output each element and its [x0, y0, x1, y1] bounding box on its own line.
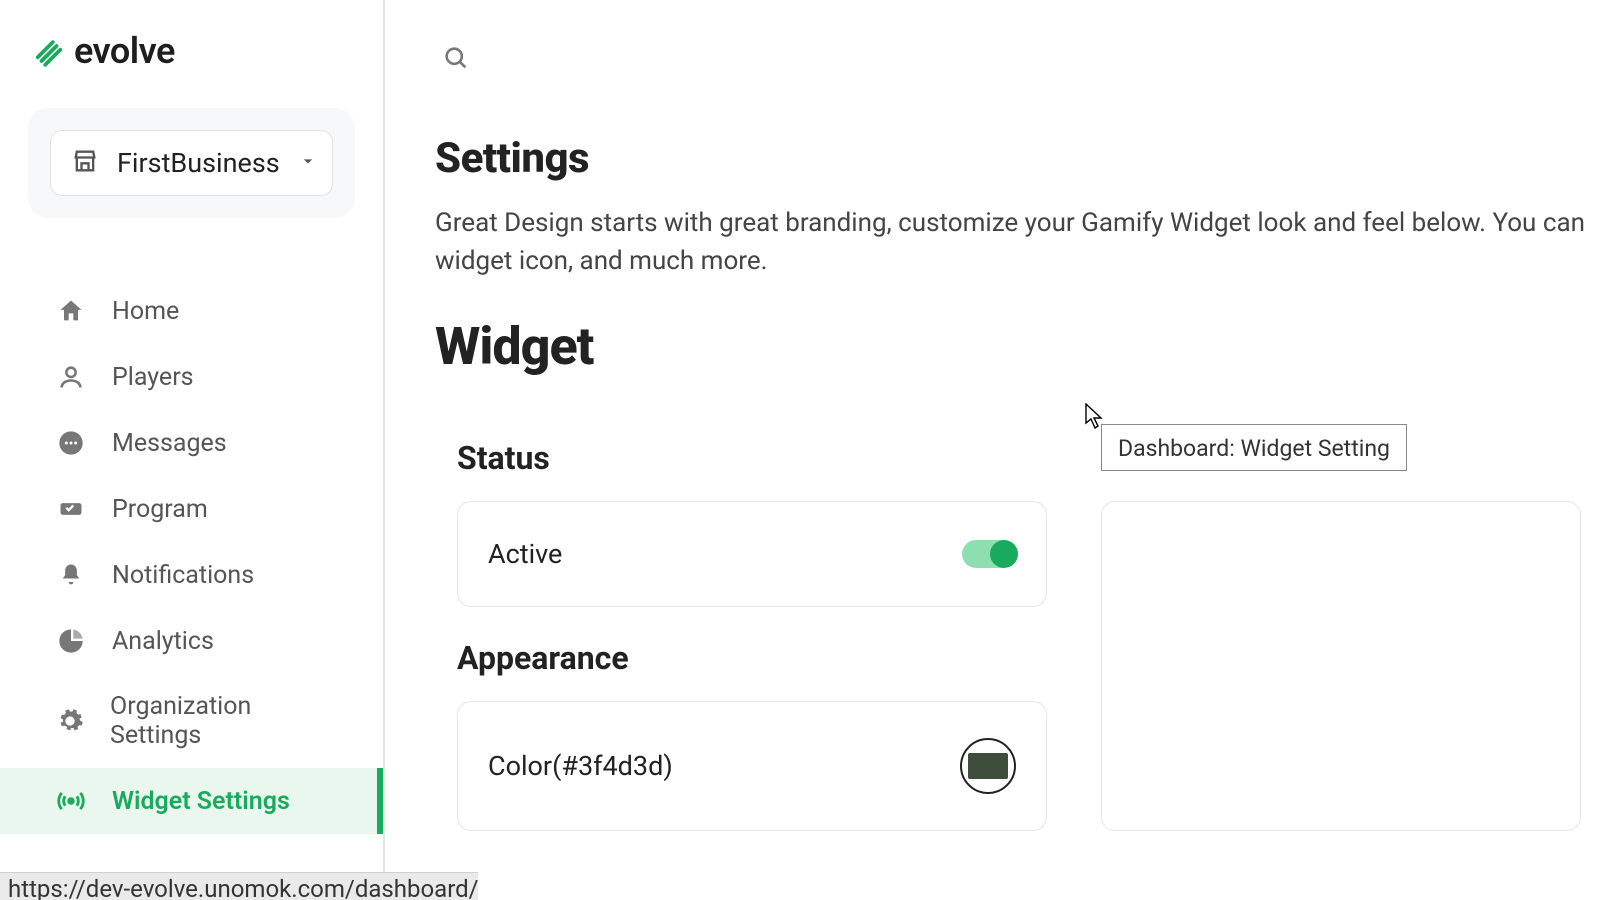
sidebar: evolve FirstBusiness Home Playe [0, 0, 385, 900]
tooltip: Dashboard: Widget Setting [1101, 424, 1407, 471]
status-card: Active [457, 501, 1047, 607]
page-title: Settings [435, 134, 1600, 183]
chevron-down-icon [298, 151, 318, 175]
appearance-heading: Appearance [457, 639, 1047, 677]
widget-settings-row: Status Active Appearance Color(#3f4d3d) … [435, 439, 1600, 831]
page-description: Great Design starts with great branding,… [435, 205, 1600, 280]
status-label: Active [488, 538, 562, 570]
nav-label: Analytics [112, 627, 214, 656]
brand-logo: evolve [0, 0, 383, 98]
nav-analytics[interactable]: Analytics [0, 608, 383, 674]
right-column: Code [1101, 439, 1581, 831]
nav-widget-settings[interactable]: Widget Settings [0, 768, 383, 834]
tooltip-text: Dashboard: Widget Setting [1118, 435, 1390, 462]
settings-content: Settings Great Design starts with great … [385, 74, 1600, 831]
nav-home[interactable]: Home [0, 278, 383, 344]
search-icon [442, 44, 470, 75]
org-selector-container: FirstBusiness [28, 108, 355, 218]
appearance-card: Color(#3f4d3d) [457, 701, 1047, 831]
store-icon [71, 147, 99, 179]
evolve-logo-icon [34, 36, 64, 66]
org-name: FirstBusiness [117, 147, 280, 179]
status-toggle[interactable] [962, 540, 1016, 568]
org-selector[interactable]: FirstBusiness [50, 130, 333, 196]
color-swatch-button[interactable] [960, 738, 1016, 794]
nav-label: Home [112, 297, 179, 326]
toggle-knob [990, 540, 1018, 568]
bell-icon [56, 560, 86, 590]
nav-label: Organization Settings [110, 692, 327, 750]
status-heading: Status [457, 439, 1047, 477]
broadcast-icon [56, 786, 86, 816]
home-icon [56, 296, 86, 326]
nav-label: Players [112, 363, 194, 392]
brand-name: evolve [74, 30, 175, 72]
sidebar-nav: Home Players Messages Program Notificati… [0, 278, 383, 834]
left-column: Status Active Appearance Color(#3f4d3d) [457, 439, 1047, 831]
chat-icon [56, 428, 86, 458]
appearance-color-label: Color(#3f4d3d) [488, 750, 673, 782]
user-icon [56, 362, 86, 392]
nav-label: Program [112, 495, 208, 524]
top-bar [385, 0, 1600, 74]
nav-program[interactable]: Program [0, 476, 383, 542]
section-heading: Widget [435, 316, 1600, 377]
nav-label: Notifications [112, 561, 254, 590]
nav-notifications[interactable]: Notifications [0, 542, 383, 608]
ticket-icon [56, 494, 86, 524]
code-card [1101, 501, 1581, 831]
nav-messages[interactable]: Messages [0, 410, 383, 476]
nav-organization-settings[interactable]: Organization Settings [0, 674, 383, 768]
pie-chart-icon [56, 626, 86, 656]
color-swatch [968, 753, 1008, 779]
nav-players[interactable]: Players [0, 344, 383, 410]
nav-label: Messages [112, 429, 227, 458]
browser-statusbar: https://dev-evolve.unomok.com/dashboard/… [0, 872, 478, 900]
statusbar-url: https://dev-evolve.unomok.com/dashboard/… [8, 875, 478, 900]
main-content: Settings Great Design starts with great … [385, 0, 1600, 900]
nav-label: Widget Settings [112, 787, 290, 816]
search-button[interactable] [441, 44, 471, 74]
gear-icon [56, 706, 84, 736]
